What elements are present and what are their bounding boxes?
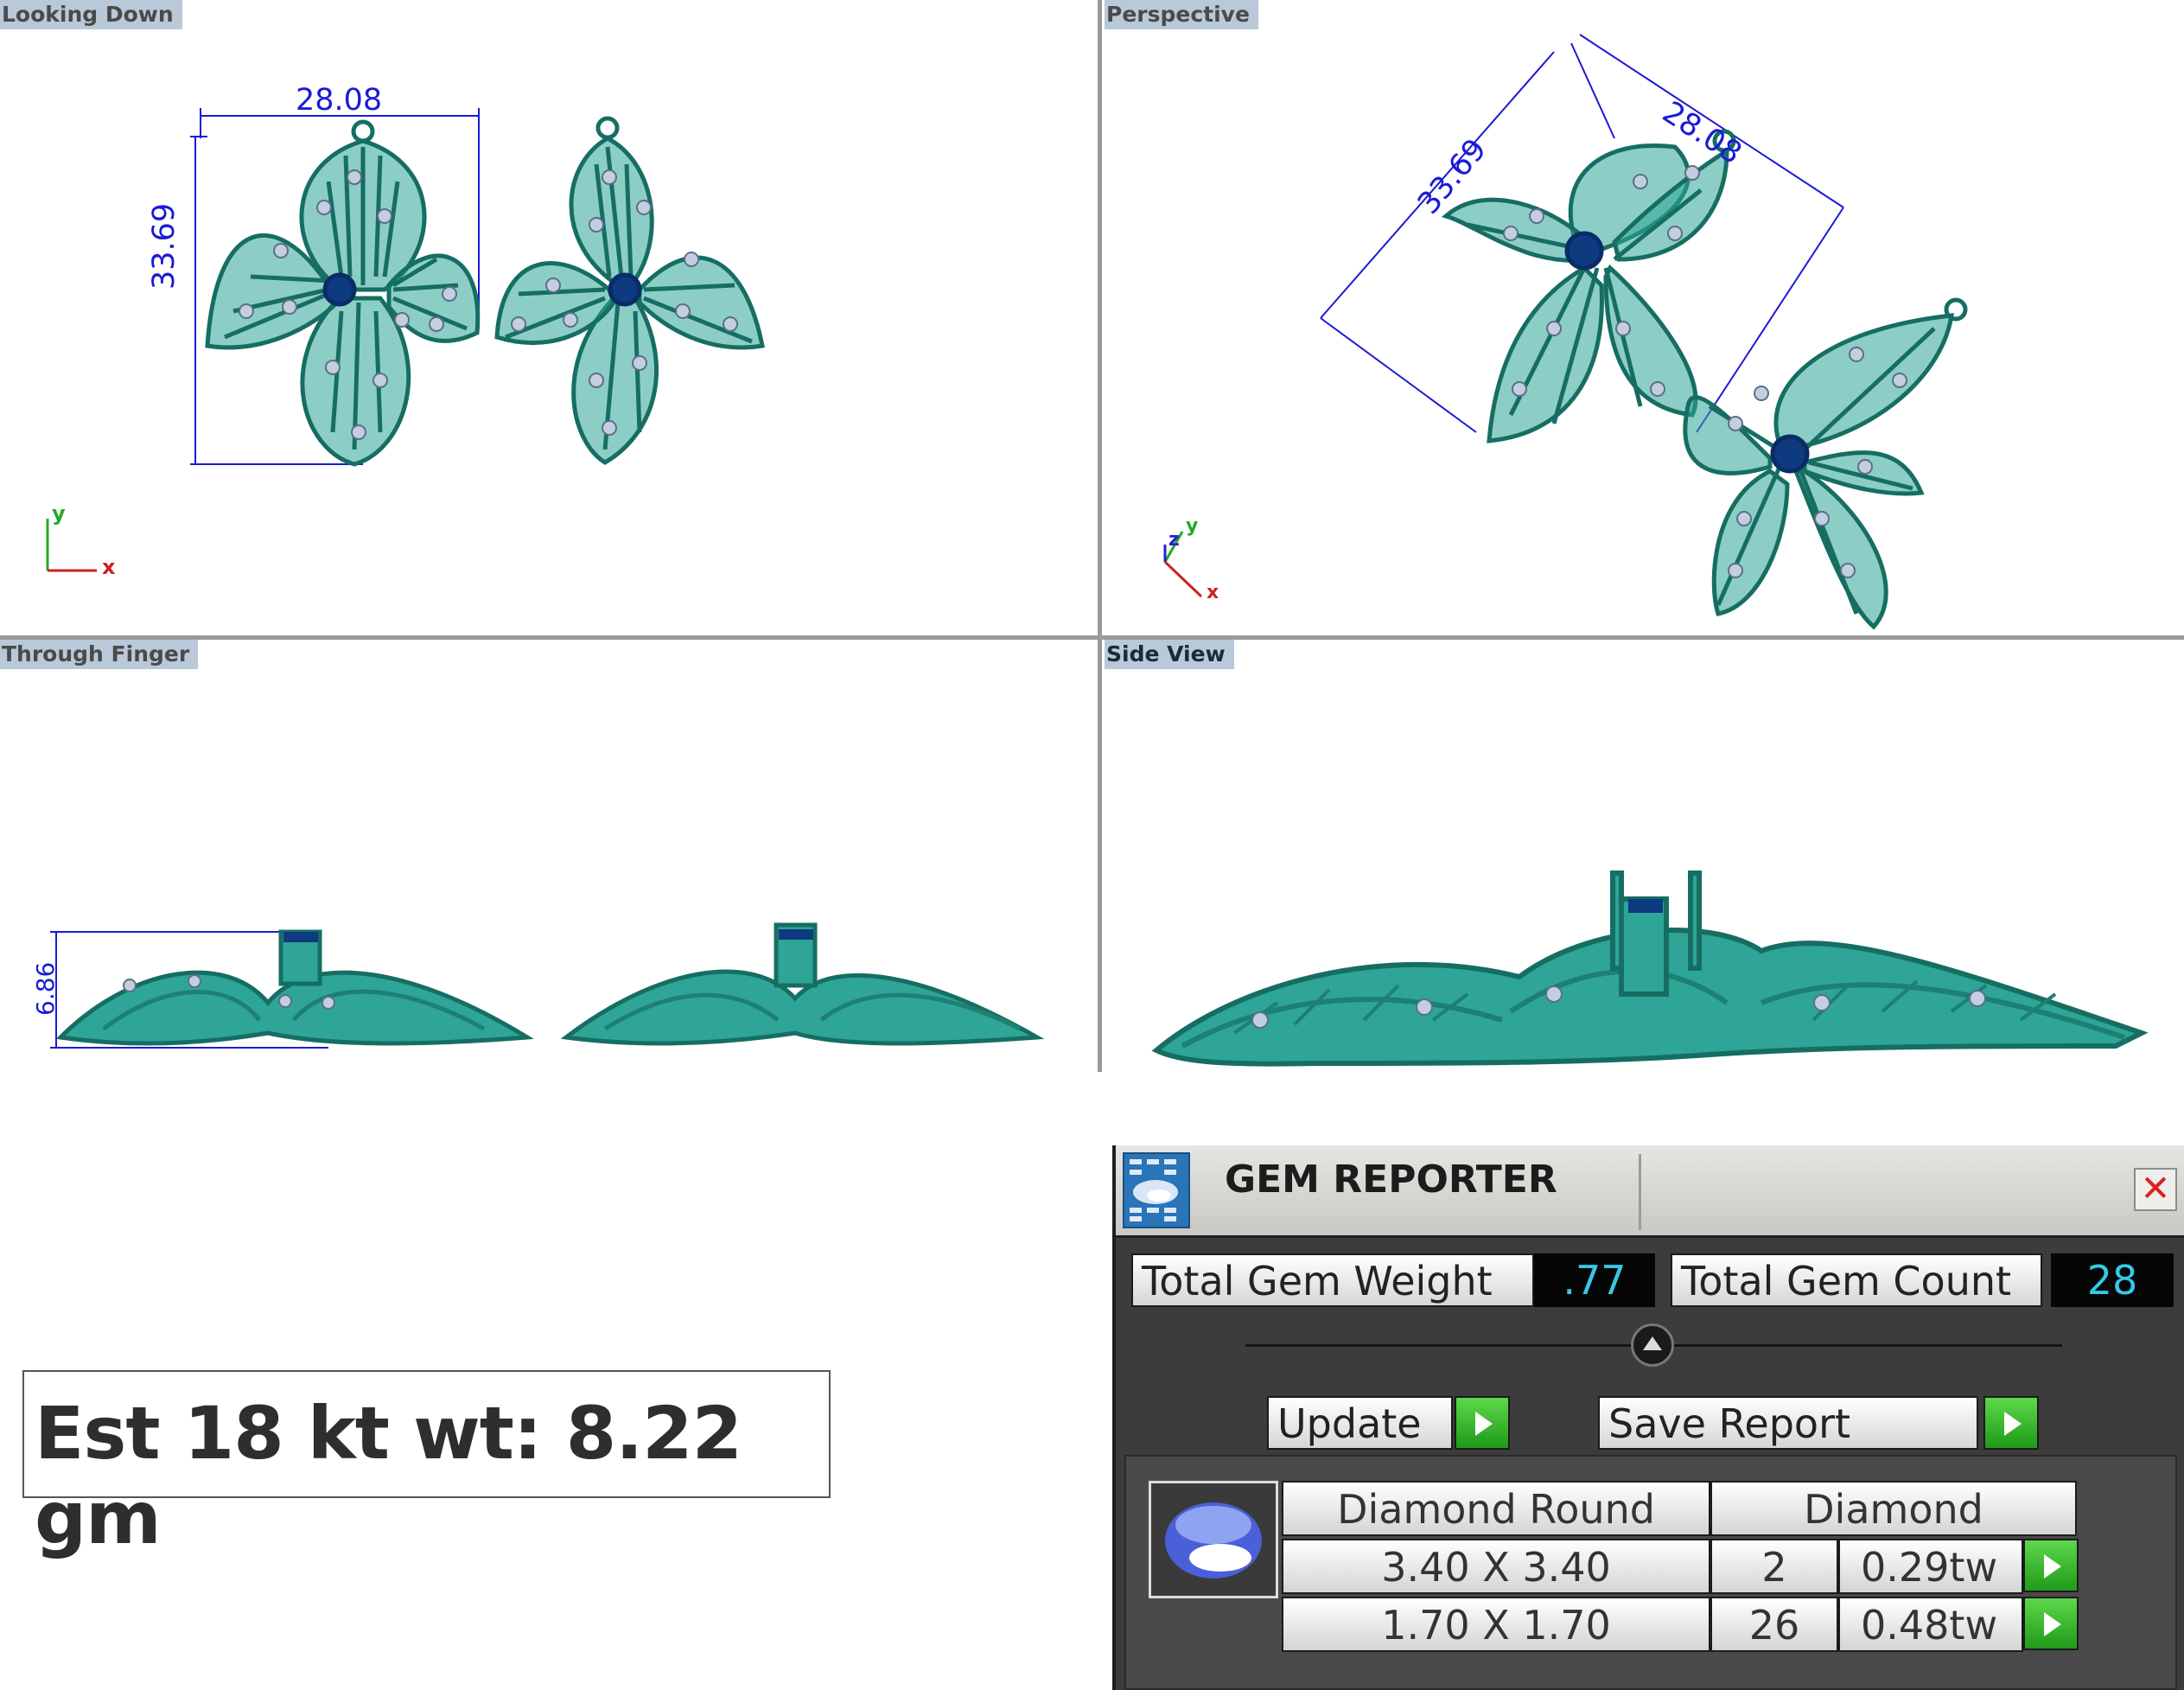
update-button[interactable]: Update [1267, 1396, 1453, 1450]
earring-side-right [560, 922, 1045, 1046]
gem-row-1-size: 3.40 X 3.40 [1282, 1539, 1710, 1594]
earring-side-closeup [1151, 871, 2149, 1067]
total-gem-count-value: 28 [2051, 1253, 2174, 1307]
gem-shape-header: Diamond Round [1282, 1481, 1710, 1536]
gem-reporter-title: GEM REPORTER [1225, 1157, 1557, 1202]
collapse-toggle[interactable] [1631, 1323, 1674, 1367]
gem-reporter-logo-icon [1123, 1152, 1190, 1228]
axis-label-y: y [1186, 515, 1199, 537]
perspective-canvas [1163, 34, 1968, 630]
gem-row-1-go-button[interactable] [2023, 1539, 2079, 1592]
earring-back [1441, 129, 1736, 443]
header-separator [1639, 1154, 1641, 1230]
viewport-side-view[interactable]: Side View [1105, 640, 2184, 1072]
weight-estimate-box: Est 18 kt wt: 8.22 gm [22, 1370, 831, 1560]
total-gem-count-label: Total Gem Count [1671, 1253, 2042, 1307]
weight-estimate-text: Est 18 kt wt: 8.22 gm [35, 1391, 742, 1560]
viewport-title-through-finger[interactable]: Through Finger [0, 640, 199, 669]
update-go-button[interactable] [1455, 1396, 1510, 1450]
save-report-button[interactable]: Save Report [1598, 1396, 1978, 1450]
gem-row-1-weight: 0.29tw [1838, 1539, 2023, 1594]
axis-label-y: y [52, 501, 66, 526]
viewport-title-looking-down[interactable]: Looking Down [0, 0, 182, 29]
gem-row-2-count: 26 [1710, 1597, 1838, 1652]
gem-thumbnail [1149, 1481, 1278, 1598]
earring-front [1683, 297, 1968, 630]
chevron-up-icon [1643, 1336, 1662, 1350]
viewport-looking-down[interactable]: Looking Down 28.08 33.69 y x [0, 0, 1098, 635]
through-finger-canvas [50, 922, 1045, 1049]
earring-left [205, 119, 481, 467]
looking-down-canvas [46, 108, 765, 572]
dimension-height: 6.86 [31, 961, 60, 1016]
axis-label-x: x [1207, 582, 1219, 603]
gem-reporter-panel: GEM REPORTER ✕ Total Gem Weight .77 Tota… [1112, 1145, 2184, 1690]
close-icon[interactable]: ✕ [2134, 1168, 2177, 1211]
axis-label-x: x [102, 555, 116, 579]
gem-row-2-size: 1.70 X 1.70 [1282, 1597, 1710, 1652]
gem-table-area: Diamond Round Diamond 3.40 X 3.40 2 0.29… [1124, 1455, 2177, 1690]
save-report-go-button[interactable] [1983, 1396, 2039, 1450]
gem-row-2-weight: 0.48tw [1838, 1597, 2023, 1652]
viewport-perspective[interactable]: Perspective 28.08 33.69 z y x [1105, 0, 2184, 635]
gem-reporter-header: GEM REPORTER ✕ [1116, 1145, 2184, 1238]
viewport-title-perspective[interactable]: Perspective [1105, 0, 1258, 29]
side-view-canvas [1151, 871, 2149, 1067]
earring-side-left [55, 929, 534, 1046]
axis-gizmo [46, 519, 97, 572]
gem-row-1-count: 2 [1710, 1539, 1838, 1594]
total-gem-weight-value: .77 [1534, 1253, 1655, 1307]
dimension-height: 33.69 [147, 202, 181, 290]
dimension-width: 28.08 [296, 83, 383, 118]
total-gem-weight-label: Total Gem Weight [1131, 1253, 1534, 1307]
round-diamond-icon [1165, 1502, 1262, 1578]
gem-row-2-go-button[interactable] [2023, 1597, 2079, 1650]
gem-material-header: Diamond [1710, 1481, 2077, 1536]
viewport-through-finger[interactable]: Through Finger 6.86 [0, 640, 1098, 1072]
viewport-divider-vertical[interactable] [1098, 0, 1102, 1072]
axis-label-z: z [1168, 529, 1180, 551]
viewport-title-side-view[interactable]: Side View [1105, 640, 1234, 669]
gem-logo-graphic [1130, 1159, 1178, 1221]
earring-right [494, 116, 765, 465]
